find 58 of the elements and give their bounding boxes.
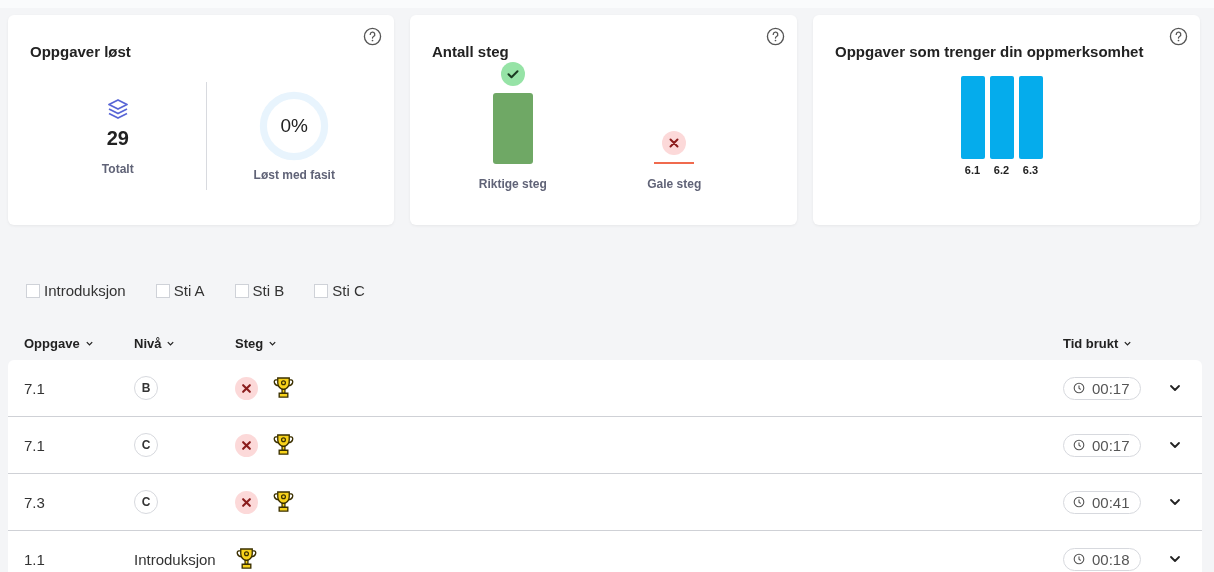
table-row[interactable]: 7.1 C 00:17 bbox=[8, 417, 1202, 474]
checkbox-label[interactable]: Sti B bbox=[252, 282, 285, 299]
percent-value: 0% bbox=[280, 115, 308, 137]
column-header[interactable]: Tid brukt bbox=[1063, 335, 1133, 351]
correct-steps-bar bbox=[492, 93, 533, 164]
task-bar[interactable] bbox=[960, 76, 985, 159]
cross-icon bbox=[235, 376, 258, 400]
task-number: 7.1 bbox=[24, 436, 45, 454]
bar-label: 6.2 bbox=[993, 164, 1010, 176]
clock-icon bbox=[1073, 553, 1085, 565]
bar-label: 6.3 bbox=[1022, 164, 1039, 176]
ring-label: Løst med fasit bbox=[253, 168, 335, 182]
time-text: 00:17 bbox=[1092, 436, 1130, 454]
task-number: 1.1 bbox=[24, 550, 45, 568]
layers-icon bbox=[105, 96, 130, 121]
trophy-icon bbox=[272, 489, 295, 515]
task-number: 7.1 bbox=[24, 379, 45, 397]
checkbox[interactable] bbox=[155, 283, 170, 298]
trophy-icon bbox=[272, 432, 295, 458]
clock-icon bbox=[1073, 496, 1085, 508]
total-label: Totalt bbox=[101, 161, 134, 176]
clock-icon bbox=[1073, 382, 1085, 394]
cross-icon bbox=[235, 433, 258, 457]
card-title: Oppgaver som trenger din oppmerksomhet bbox=[835, 43, 1144, 60]
task-bar[interactable] bbox=[989, 76, 1014, 159]
total-count: 29 bbox=[106, 126, 129, 150]
checkbox-label[interactable]: Sti C bbox=[332, 282, 365, 299]
bar-label: Gale steg bbox=[647, 177, 702, 191]
card-title: Oppgaver løst bbox=[30, 43, 131, 60]
help-icon[interactable] bbox=[1169, 27, 1188, 46]
checkbox[interactable] bbox=[234, 283, 249, 298]
table-row[interactable]: 7.1 B 00:17 bbox=[8, 360, 1202, 417]
cross-icon bbox=[235, 490, 258, 514]
time-text: 00:18 bbox=[1092, 550, 1130, 568]
time-text: 00:17 bbox=[1092, 379, 1130, 397]
column-header[interactable]: Steg bbox=[235, 335, 278, 351]
time-text: 00:41 bbox=[1092, 493, 1130, 511]
table-row[interactable]: 7.3 C 00:41 bbox=[8, 474, 1202, 531]
trophy-icon bbox=[235, 546, 258, 572]
clock-icon bbox=[1073, 439, 1085, 451]
help-icon[interactable] bbox=[766, 27, 785, 46]
level-text: Introduksjon bbox=[134, 550, 216, 568]
checkbox-label[interactable]: Introduksjon bbox=[44, 282, 126, 299]
cross-icon bbox=[662, 131, 687, 155]
column-header[interactable]: Nivå bbox=[134, 335, 176, 351]
card-title: Antall steg bbox=[432, 43, 509, 60]
checkbox[interactable] bbox=[314, 283, 329, 298]
bar-label: 6.1 bbox=[964, 164, 981, 176]
check-icon bbox=[500, 62, 525, 86]
bar-label: Riktige steg bbox=[478, 177, 547, 191]
trophy-icon bbox=[272, 375, 295, 401]
checkbox-label[interactable]: Sti A bbox=[173, 282, 205, 299]
task-bar[interactable] bbox=[1018, 76, 1043, 159]
checkbox[interactable] bbox=[26, 283, 40, 298]
column-header[interactable]: Oppgave bbox=[24, 335, 94, 351]
help-icon[interactable] bbox=[363, 27, 382, 46]
table-row[interactable]: 1.1 Introduksjon 00:18 bbox=[8, 531, 1202, 572]
task-number: 7.3 bbox=[24, 493, 45, 511]
